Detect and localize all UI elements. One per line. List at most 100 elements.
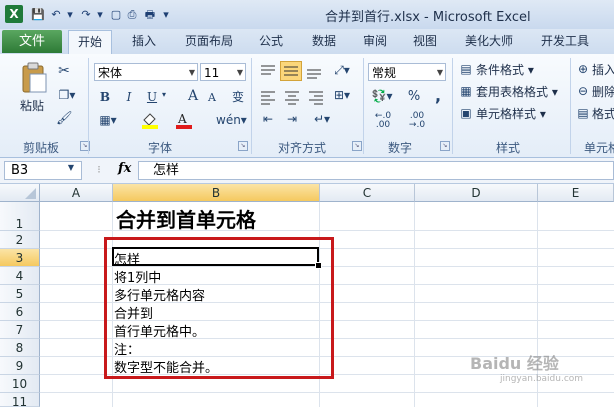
number-format-combo[interactable]: 常规 ▼ [368,63,446,81]
font-group-label: 字体 [147,141,172,155]
print-icon[interactable]: 🖶 [142,7,158,22]
tab-insert[interactable]: 插入 [123,30,165,53]
borders-icon[interactable]: ▦▾ [97,113,119,127]
tab-review[interactable]: 审阅 [354,30,396,53]
accounting-format-icon[interactable]: 💱▾ [370,89,394,103]
paste-button[interactable]: 粘贴 [20,97,44,114]
underline-button[interactable]: U [145,90,159,104]
font-launcher-icon[interactable]: ↘ [238,141,248,151]
italic-button[interactable]: I [122,90,136,104]
font-name-combo[interactable]: 宋体 ▼ [94,63,198,81]
delete-cells-button[interactable]: 删除 [592,83,614,100]
align-left-icon[interactable] [258,88,278,106]
align-center-icon[interactable] [282,88,302,106]
cells-group-label: 单元格 [584,141,614,155]
insert-cells-button[interactable]: 插入 [592,61,614,78]
watermark-url: jingyan.baidu.com [500,374,584,384]
tab-formulas[interactable]: 公式 [250,30,292,53]
excel-app-icon[interactable]: X [5,5,23,23]
phonetic-icon[interactable]: wén▾ [216,113,247,127]
cell-styles-button[interactable]: 单元格样式 ▾ [476,105,546,122]
group-divider [570,58,571,154]
row-header-8[interactable]: 8 [0,339,40,357]
font-size-combo[interactable]: 11 ▼ [200,63,246,81]
number-launcher-icon[interactable]: ↘ [440,141,450,151]
undo-dropdown-icon[interactable]: ▾ [62,7,78,22]
watermark: Baidu 经验 [470,354,559,373]
row-header-2[interactable]: 2 [0,231,40,249]
fill-color-icon[interactable] [140,111,162,129]
select-all-corner[interactable] [0,184,40,202]
column-header-d[interactable]: D [415,184,538,202]
underline-dropdown-icon[interactable]: ▾ [160,90,168,99]
styles-group-label: 样式 [495,141,520,155]
format-painter-icon[interactable]: 🖌 [56,111,73,127]
bold-button[interactable]: B [98,90,112,104]
row-header-3[interactable]: 3 [0,249,40,267]
align-right-icon[interactable] [306,88,326,106]
customize-qat-icon[interactable]: ▾ [158,7,174,22]
tab-developer[interactable]: 开发工具 [534,30,596,53]
formula-bar-grip-icon[interactable]: ⁝ [92,163,106,176]
decrease-decimal-icon[interactable]: .00 →.0 [404,112,430,130]
grow-font-button[interactable]: A [186,88,200,104]
formula-input[interactable]: 怎样 [138,161,614,180]
shrink-font-button[interactable]: A [206,91,218,104]
column-header-c[interactable]: C [320,184,415,202]
gridline [40,392,614,393]
redo-dropdown-icon[interactable]: ▾ [92,7,108,22]
alignment-group-label: 对齐方式 [277,141,326,155]
tab-data[interactable]: 数据 [303,30,345,53]
tab-view[interactable]: 视图 [404,30,446,53]
orientation-icon[interactable]: ⤢▾ [330,63,354,78]
column-header-a[interactable]: A [40,184,113,202]
decrease-indent-icon[interactable]: ⇤ [258,112,278,126]
group-divider [88,58,89,154]
align-top-icon[interactable] [258,63,278,81]
column-header-b[interactable]: B [113,184,320,202]
clipboard-group-label: 剪贴板 [22,141,59,155]
increase-indent-icon[interactable]: ⇥ [282,112,302,126]
alignment-launcher-icon[interactable]: ↘ [352,141,362,151]
cell-b1[interactable]: 合并到首单元格 [116,204,256,233]
align-bottom-icon[interactable] [304,63,324,81]
number-group-label: 数字 [387,141,412,155]
row-header-1[interactable]: 1 [0,202,40,231]
format-cells-button[interactable]: 格式 [592,105,614,122]
tab-home[interactable]: 开始 [68,30,112,54]
cut-icon[interactable]: ✂ [56,63,72,79]
save-icon[interactable]: 💾 [30,7,46,22]
group-divider [452,58,453,154]
paste-icon[interactable] [18,62,48,94]
format-as-table-button[interactable]: 套用表格格式 ▾ [476,83,558,100]
copy-icon[interactable]: ❐▾ [56,88,78,104]
row-header-5[interactable]: 5 [0,285,40,303]
tab-meihua[interactable]: 美化大师 [458,30,520,53]
group-divider [251,58,252,154]
print-preview-icon[interactable]: ⎙ [124,7,140,22]
column-header-e[interactable]: E [538,184,614,202]
increase-decimal-icon[interactable]: ←.0.00 [370,112,396,130]
conditional-format-button[interactable]: 条件格式 ▾ [476,61,534,78]
font-color-icon[interactable]: A [174,111,196,129]
name-box-dropdown-icon[interactable]: ▼ [66,163,76,172]
row-header-11[interactable]: 11 [0,393,40,409]
wrap-text-icon[interactable]: ↵▾ [312,112,332,126]
insert-function-button[interactable]: fx [118,161,131,176]
wen-icon[interactable]: 变 [230,88,246,105]
group-divider [363,58,364,154]
svg-text:A: A [177,112,187,126]
row-header-7[interactable]: 7 [0,321,40,339]
row-header-4[interactable]: 4 [0,267,40,285]
tab-file[interactable]: 文件 [2,30,62,53]
comma-style-button[interactable]: , [430,86,446,105]
row-header-6[interactable]: 6 [0,303,40,321]
window-title: 合并到首行.xlsx - Microsoft Excel [325,10,531,25]
new-icon[interactable]: ▢ [108,7,124,22]
tab-page-layout[interactable]: 页面布局 [178,30,240,53]
align-middle-icon[interactable] [280,61,302,81]
merge-center-icon[interactable]: ⊞▾ [330,88,354,102]
percent-button[interactable]: % [406,89,422,104]
row-header-9[interactable]: 9 [0,357,40,375]
row-header-10[interactable]: 10 [0,375,40,393]
